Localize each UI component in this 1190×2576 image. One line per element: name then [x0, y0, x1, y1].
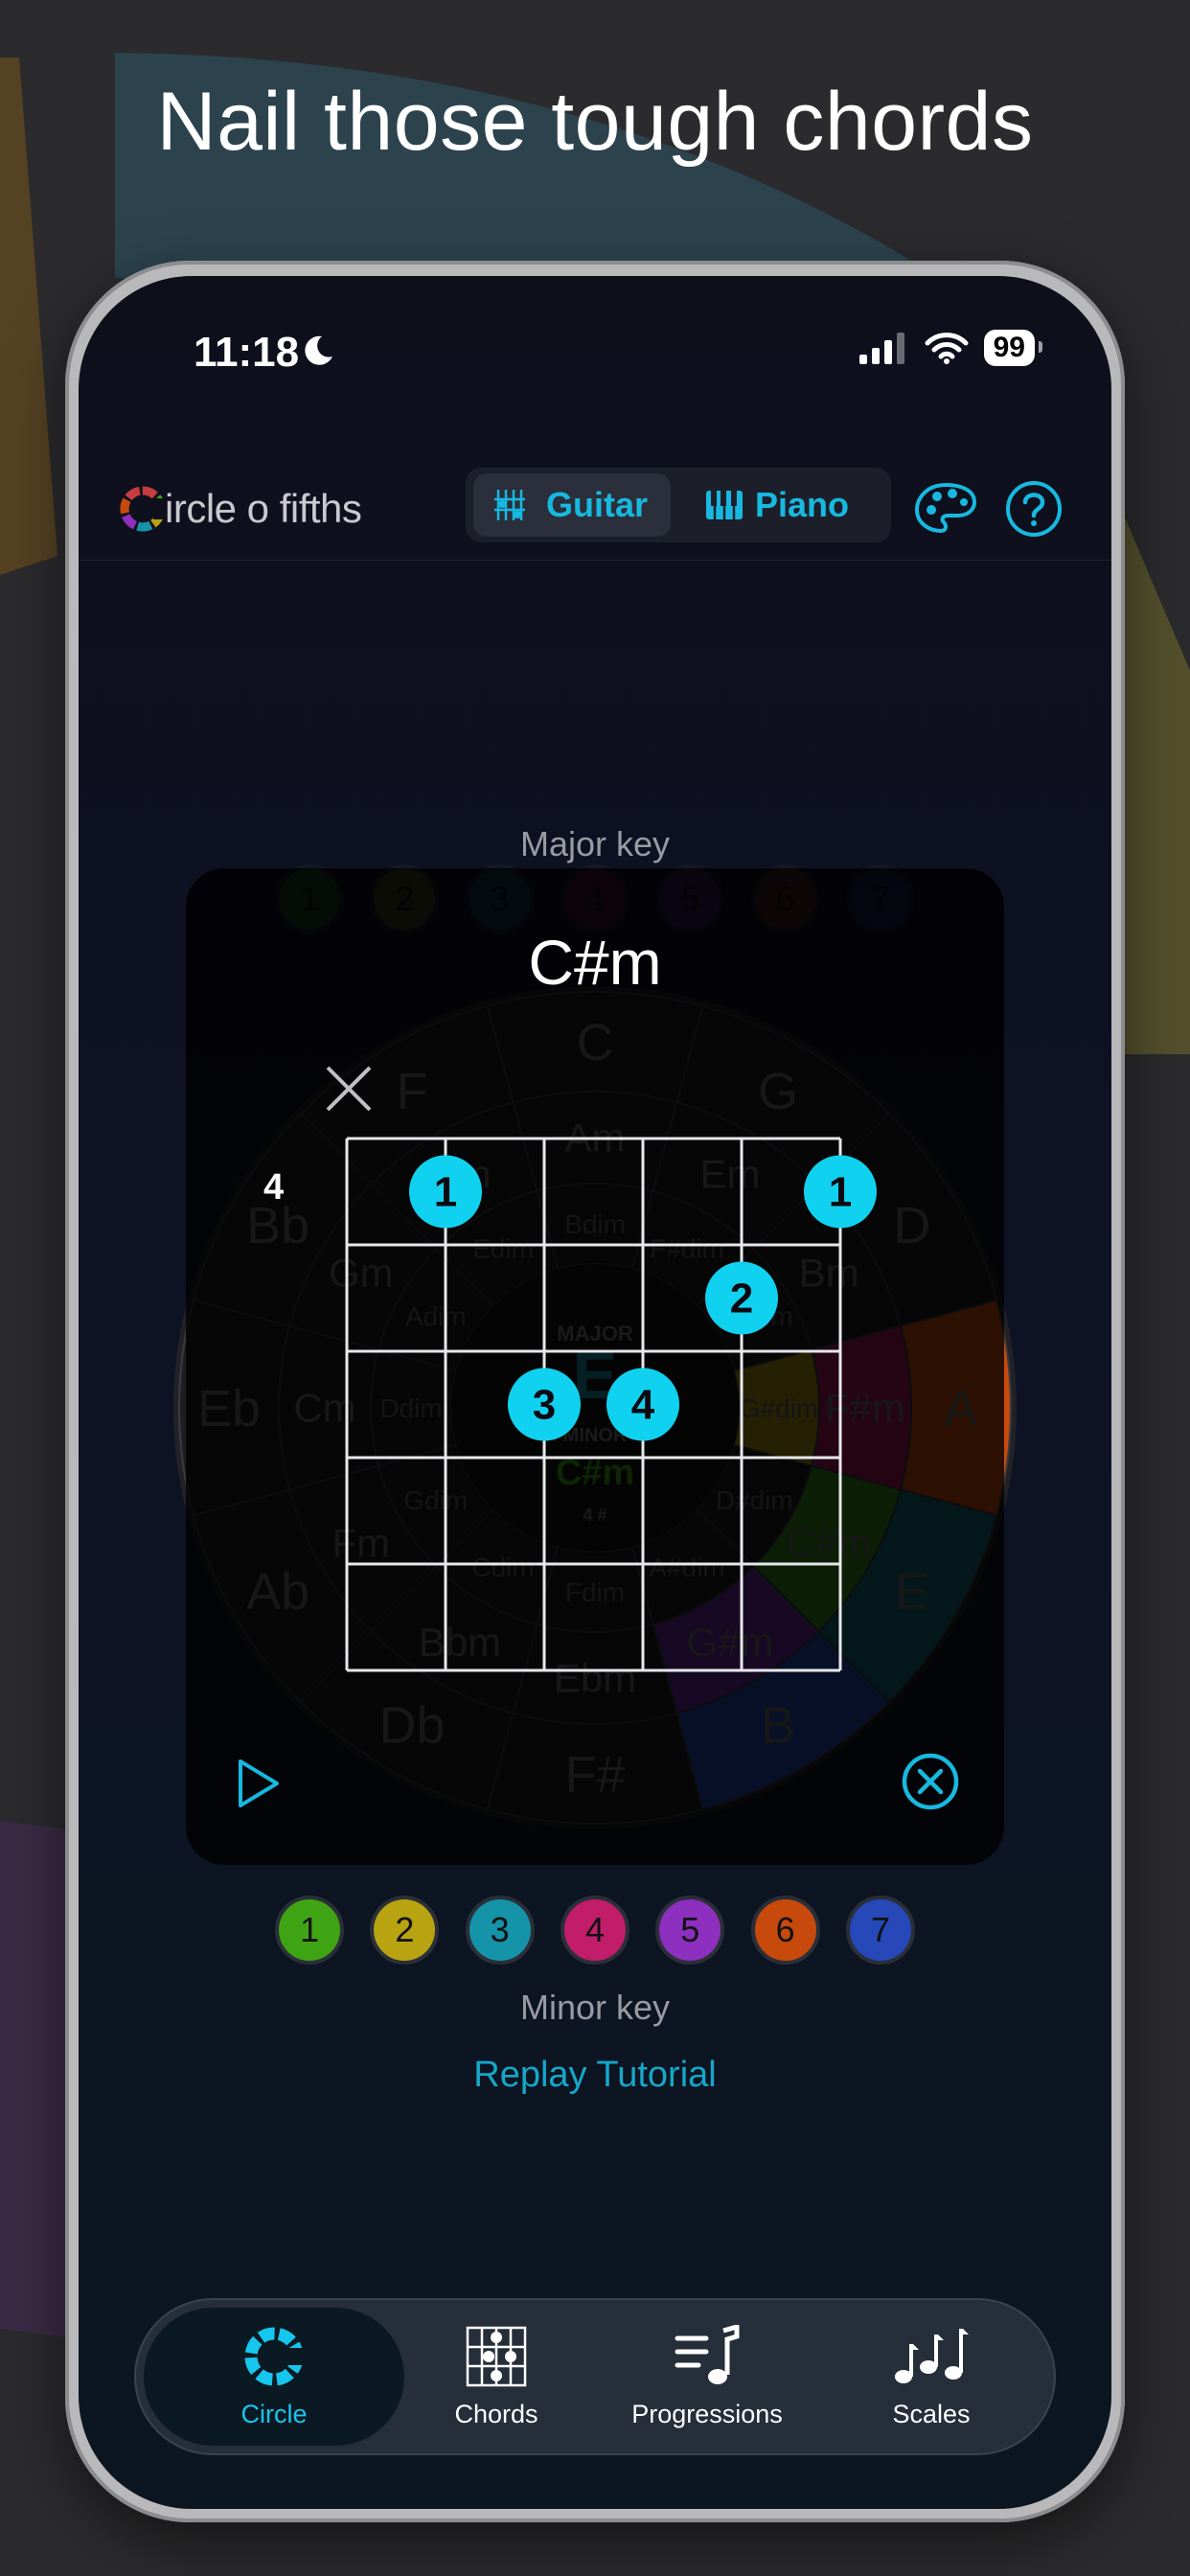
- finger-number: 3: [533, 1382, 556, 1429]
- tab-bar: Circle Chords Progressions Scales: [134, 2298, 1056, 2455]
- progressions-tab-icon: [675, 2325, 740, 2384]
- minor-degree-row: 1234567: [275, 1896, 915, 1965]
- tab-chords[interactable]: Chords: [420, 2308, 573, 2446]
- finger-number: 1: [434, 1169, 457, 1216]
- minor-degree-7[interactable]: 7: [845, 1896, 915, 1965]
- tab-progressions-label: Progressions: [631, 2400, 783, 2428]
- tab-chords-label: Chords: [454, 2400, 538, 2428]
- tab-circle-label: Circle: [240, 2400, 308, 2428]
- circle-tab-icon: [244, 2327, 306, 2386]
- tab-circle[interactable]: Circle: [144, 2308, 404, 2446]
- tab-progressions[interactable]: Progressions: [592, 2308, 822, 2446]
- minor-degree-3[interactable]: 3: [465, 1896, 535, 1965]
- headline: Nail those tough chords: [156, 76, 1034, 168]
- minor-degree-4[interactable]: 4: [560, 1896, 629, 1965]
- finger-number: 1: [829, 1169, 852, 1216]
- minor-degree-6[interactable]: 6: [750, 1896, 820, 1965]
- app-screen: 11:18 99 ircle o fifths Guitar Piano Maj…: [79, 276, 1111, 2509]
- replay-tutorial-link[interactable]: Replay Tutorial: [79, 2055, 1111, 2096]
- tab-scales-label: Scales: [892, 2400, 971, 2428]
- play-icon[interactable]: [235, 1758, 283, 1809]
- chords-tab-icon: [466, 2326, 527, 2387]
- finger-number: 2: [730, 1276, 753, 1322]
- scales-tab-icon: [895, 2329, 969, 2383]
- minor-degree-1[interactable]: 1: [275, 1896, 344, 1965]
- minor-degree-5[interactable]: 5: [655, 1896, 725, 1965]
- close-circle-icon[interactable]: [901, 1752, 960, 1811]
- minor-key-label: Minor key: [519, 1988, 671, 2027]
- tab-scales[interactable]: Scales: [845, 2308, 1018, 2446]
- fretboard-diagram: 1 1 2 3 4: [345, 1137, 877, 1672]
- finger-number: 4: [631, 1382, 655, 1429]
- minor-degree-2[interactable]: 2: [370, 1896, 440, 1965]
